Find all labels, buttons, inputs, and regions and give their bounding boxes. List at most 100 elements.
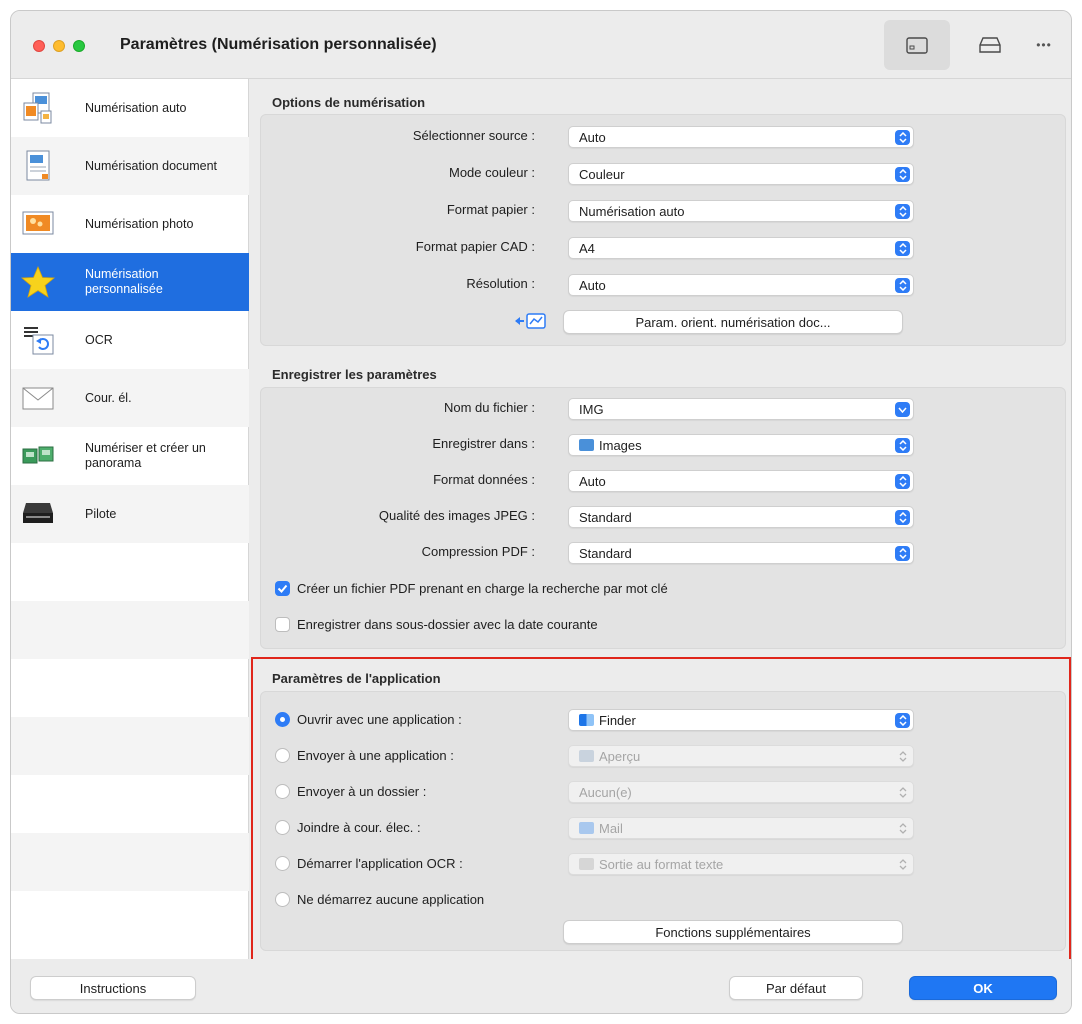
data-format-value: Auto [579,474,606,489]
ok-button[interactable]: OK [909,976,1057,1000]
zoom-window-button[interactable] [73,40,85,52]
footer-bar: Instructions Par défaut OK [11,959,1071,1013]
cad-paper-size-label: Format papier CAD : [415,239,535,254]
sidebar-item-document-scan[interactable]: Numérisation document [11,137,249,195]
more-icon: ••• [1036,38,1052,52]
pdf-compression-value: Standard [579,546,632,561]
resolution-select[interactable]: Auto [568,274,914,296]
sidebar-item-panorama[interactable]: Numériser et créer un panorama [11,427,249,485]
filename-value: IMG [579,402,604,417]
cad-paper-size-select[interactable]: A4 [568,237,914,259]
save-in-label: Enregistrer dans : [432,436,535,451]
title-bar: Paramètres (Numérisation personnalisée) … [11,11,1071,79]
chevron-updown-icon [895,474,910,489]
pdf-compression-select[interactable]: Standard [568,542,914,564]
chevron-updown-icon [895,546,910,561]
chevron-updown-icon [895,278,910,293]
star-icon [21,265,55,298]
folder-icon [579,439,594,451]
toolbar-general-settings-button[interactable] [884,20,950,70]
sidebar-empty-row [11,717,249,775]
save-in-value: Images [599,438,642,453]
settings-content: Options de numérisation Sélectionner sou… [249,79,1071,961]
settings-window: Paramètres (Numérisation personnalisée) … [10,10,1072,1014]
sidebar-item-label: Pilote [85,506,117,521]
sidebar-item-label: Numériser et créer un panorama [85,441,206,470]
chevron-updown-icon [895,438,910,453]
color-mode-value: Couleur [579,167,625,182]
scan-options-group: Sélectionner source : Auto Mode couleur … [260,114,1066,346]
checkmark-icon [277,584,288,593]
source-select[interactable]: Auto [568,126,914,148]
data-format-label: Format données : [433,472,535,487]
paper-size-select[interactable]: Numérisation auto [568,200,914,222]
sidebar-item-photo-scan[interactable]: Numérisation photo [11,195,249,253]
sidebar-empty-row [11,601,249,659]
instructions-button[interactable]: Instructions [30,976,196,1000]
default-button[interactable]: Par défaut [729,976,863,1000]
section-title-scan-options: Options de numérisation [272,95,426,110]
document-scan-icon [26,150,50,181]
chevron-updown-icon [895,204,910,219]
chevron-updown-icon [895,130,910,145]
date-subfolder-label: Enregistrer dans sous-dossier avec la da… [297,617,598,632]
chevron-updown-icon [895,167,910,182]
color-mode-select[interactable]: Couleur [568,163,914,185]
date-subfolder-checkbox[interactable] [275,617,290,632]
sidebar-item-email[interactable]: Cour. él. [11,369,249,427]
close-window-button[interactable] [33,40,45,52]
window-title: Paramètres (Numérisation personnalisée) [120,36,437,53]
resolution-value: Auto [579,278,606,293]
paper-size-label: Format papier : [446,202,535,217]
photo-scan-icon [22,211,54,235]
chevron-updown-icon [895,510,910,525]
minimize-window-button[interactable] [53,40,65,52]
sidebar-item-label: Numérisation photo [85,216,194,231]
highlight-box [251,657,1071,961]
sidebar-item-label: Numérisation personnalisée [85,267,163,296]
sidebar-item-auto-scan[interactable]: Numérisation auto [11,79,249,137]
cad-paper-size-value: A4 [579,241,595,256]
orientation-arrow-icon [515,313,546,329]
sidebar-empty-row [11,833,249,891]
sidebar-item-driver[interactable]: Pilote [11,485,249,543]
resolution-label: Résolution : [466,276,535,291]
jpeg-quality-select[interactable]: Standard [568,506,914,528]
toolbar-scanner-settings-button[interactable] [957,20,1023,70]
jpeg-quality-label: Qualité des images JPEG : [378,508,535,523]
sidebar-item-label: OCR [85,332,113,347]
scanner-driver-icon [23,503,53,523]
sidebar-item-label: Cour. él. [85,390,132,405]
chevron-updown-icon [895,241,910,256]
sidebar-item-ocr[interactable]: OCR [11,311,249,369]
ocr-icon [24,327,54,355]
scan-mode-sidebar: Numérisation auto Numérisation document … [11,79,249,959]
section-title-save-settings: Enregistrer les paramètres [272,367,437,382]
searchable-pdf-checkbox[interactable] [275,581,290,596]
chevron-down-icon[interactable] [895,402,910,417]
filename-label: Nom du fichier : [443,400,535,415]
sidebar-icon [906,36,928,54]
panorama-icon [22,446,54,464]
save-settings-group: Nom du fichier : IMG Enregistrer dans : … [260,387,1066,649]
jpeg-quality-value: Standard [579,510,632,525]
envelope-icon [22,387,54,410]
sidebar-empty-row [11,775,249,833]
save-in-select[interactable]: Images [568,434,914,456]
auto-scan-icon [23,92,52,124]
color-mode-label: Mode couleur : [449,165,535,180]
sidebar-item-label: Numérisation document [85,158,218,173]
sidebar-item-custom-scan[interactable]: Numérisation personnalisée [11,253,249,311]
sidebar-empty-row [11,659,249,717]
toolbar-more-button[interactable]: ••• [1019,20,1069,70]
searchable-pdf-label: Créer un fichier PDF prenant en charge l… [297,581,668,596]
sidebar-item-label: Numérisation auto [85,100,187,115]
sidebar-empty-row [11,543,249,601]
source-label: Sélectionner source : [412,128,535,143]
pdf-compression-label: Compression PDF : [421,544,535,559]
source-value: Auto [579,130,606,145]
data-format-select[interactable]: Auto [568,470,914,492]
filename-combo[interactable]: IMG [568,398,914,420]
orientation-settings-button[interactable]: Param. orient. numérisation doc... [563,310,903,334]
sidebar-empty-row [11,891,249,949]
